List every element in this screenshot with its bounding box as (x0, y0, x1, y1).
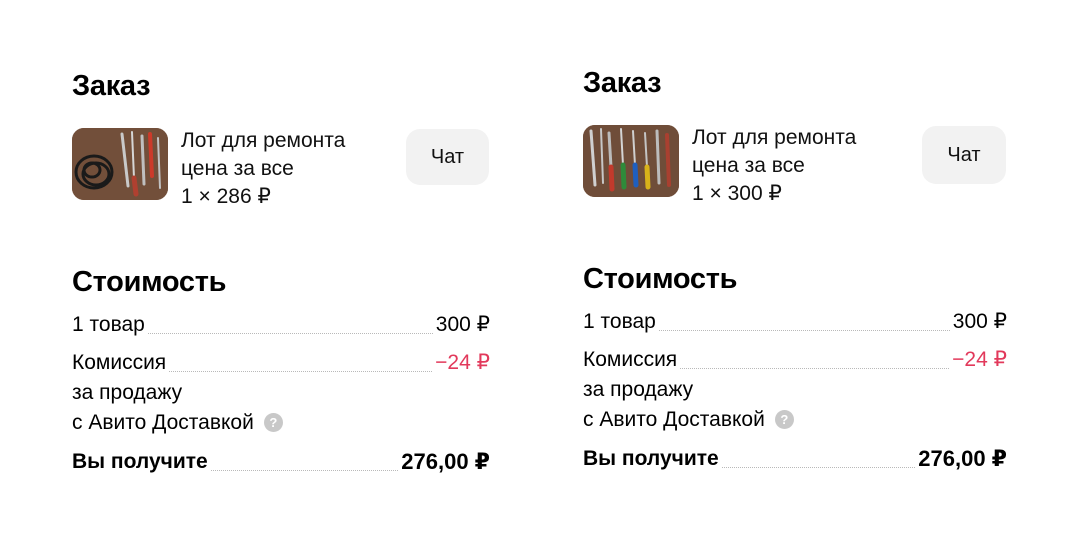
cost-title: Стоимость (583, 263, 738, 295)
item-qty-price: 1 × 300 ₽ (692, 182, 782, 205)
help-icon[interactable]: ? (263, 413, 283, 432)
total-label: Вы получите (72, 450, 208, 473)
total-value: 276,00 ₽ (918, 446, 1007, 471)
tools-photo-icon (72, 128, 168, 200)
dotted-leader (658, 329, 950, 331)
goods-value: 300 ₽ (435, 313, 490, 336)
total-row: Вы получите 276,00 ₽ (583, 444, 1007, 474)
total-value: 276,00 ₽ (401, 449, 490, 474)
item-thumbnail[interactable] (583, 125, 679, 197)
commission-row: Комиссия −24 ₽ (583, 345, 1007, 375)
order-panel-left: Заказ Лот для ремонта цена за все 1 × 28… (72, 66, 512, 477)
item-name[interactable]: Лот для ремонта (181, 127, 345, 155)
item-subtitle: цена за все (181, 157, 294, 180)
commission-label: Комиссия (583, 348, 678, 371)
commission-label: Комиссия (72, 351, 167, 374)
total-row: Вы получите 276,00 ₽ (72, 447, 490, 477)
goods-value: 300 ₽ (952, 310, 1007, 333)
goods-label: 1 товар (72, 313, 145, 336)
chat-button[interactable]: Чат (406, 129, 489, 185)
goods-row: 1 товар 300 ₽ (72, 310, 490, 340)
commission-label-cont-2: с Авито Доставкой? (72, 408, 512, 438)
commission-label-line3: с Авито Доставкой (72, 411, 254, 434)
order-title: Заказ (583, 67, 662, 99)
order-panel-right: Заказ Лот для ремонта цена за все 1 × 30… (583, 63, 1023, 474)
item-thumbnail[interactable] (72, 128, 168, 200)
dotted-leader (169, 370, 433, 372)
dotted-leader (721, 466, 916, 468)
cost-title: Стоимость (72, 266, 227, 298)
commission-value: −24 ₽ (952, 348, 1007, 371)
goods-row: 1 товар 300 ₽ (583, 307, 1007, 337)
commission-label-line3: с Авито Доставкой (583, 408, 765, 431)
help-icon[interactable]: ? (774, 410, 794, 429)
chat-button[interactable]: Чат (922, 126, 1006, 184)
goods-label: 1 товар (583, 310, 656, 333)
dotted-leader (210, 469, 399, 471)
order-item: Лот для ремонта цена за все 1 × 300 ₽ Ча… (583, 125, 1023, 221)
item-qty-price: 1 × 286 ₽ (181, 185, 271, 208)
dotted-leader (680, 367, 950, 369)
commission-label-cont: за продажу (72, 381, 183, 404)
tools-photo-icon (583, 125, 679, 197)
order-item: Лот для ремонта цена за все 1 × 286 ₽ Ча… (72, 128, 512, 224)
item-details: Лот для ремонта цена за все 1 × 286 ₽ (181, 127, 345, 211)
item-subtitle: цена за все (692, 154, 805, 177)
commission-label-cont-2: с Авито Доставкой? (583, 405, 1023, 435)
item-name[interactable]: Лот для ремонта (692, 124, 856, 152)
commission-value: −24 ₽ (435, 351, 490, 374)
commission-label-cont: за продажу (583, 378, 694, 401)
commission-row: Комиссия −24 ₽ (72, 348, 490, 378)
item-details: Лот для ремонта цена за все 1 × 300 ₽ (692, 124, 856, 208)
total-label: Вы получите (583, 447, 719, 470)
dotted-leader (147, 332, 433, 334)
order-title: Заказ (72, 70, 151, 102)
